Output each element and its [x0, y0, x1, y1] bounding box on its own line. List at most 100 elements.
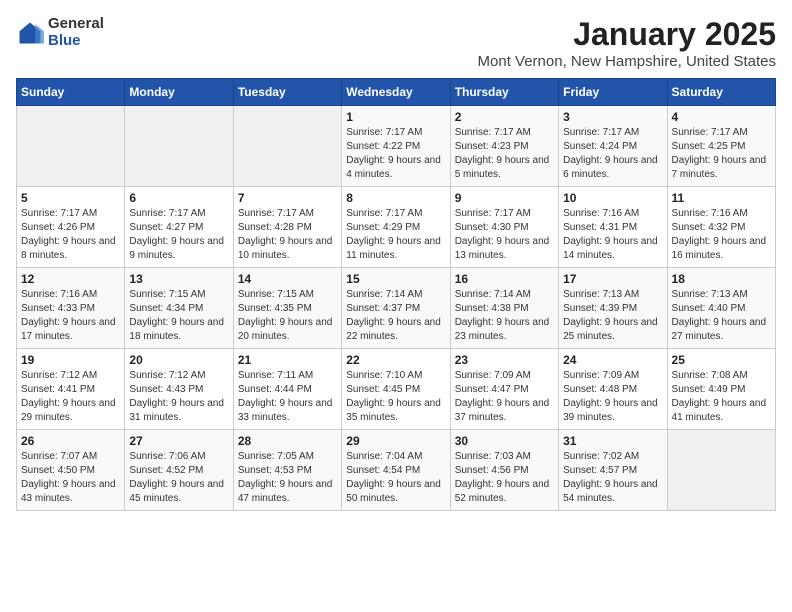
day-info: Sunrise: 7:08 AM Sunset: 4:49 PM Dayligh…: [672, 369, 771, 425]
calendar-cell: 14 Sunrise: 7:15 AM Sunset: 4:35 PM Dayli…: [233, 268, 341, 349]
day-header-row: SundayMondayTuesdayWednesdayThursdayFrid…: [17, 79, 776, 106]
day-number: 17: [563, 272, 662, 286]
day-number: 25: [672, 353, 771, 367]
day-info: Sunrise: 7:02 AM Sunset: 4:57 PM Dayligh…: [563, 450, 662, 506]
week-row-4: 19Sunrise: 7:12 AM Sunset: 4:41 PM Dayli…: [17, 349, 776, 430]
calendar-cell: [17, 106, 125, 187]
day-header-wednesday: Wednesday: [342, 79, 450, 106]
day-number: 27: [129, 434, 228, 448]
calendar-cell: 22 Sunrise: 7:10 AM Sunset: 4:45 PM Dayli…: [342, 349, 450, 430]
day-number: 21: [238, 353, 337, 367]
day-number: 31: [563, 434, 662, 448]
day-info: Sunrise: 7:07 AM Sunset: 4:50 PM Dayligh…: [21, 450, 120, 506]
day-info: Sunrise: 7:05 AM Sunset: 4:53 PM Dayligh…: [238, 450, 337, 506]
day-header-friday: Friday: [559, 79, 667, 106]
calendar-cell: 12 Sunrise: 7:16 AM Sunset: 4:33 PM Dayli…: [17, 268, 125, 349]
calendar-cell: 15 Sunrise: 7:14 AM Sunset: 4:37 PM Dayli…: [342, 268, 450, 349]
calendar-cell: 2 Sunrise: 7:17 AM Sunset: 4:23 PM Daylig…: [450, 106, 558, 187]
logo-blue-text: Blue: [48, 33, 104, 50]
calendar-cell: 4 Sunrise: 7:17 AM Sunset: 4:25 PM Daylig…: [667, 106, 775, 187]
header: General Blue January 2025 Mont Vernon, N…: [16, 16, 776, 70]
week-row-5: 26 Sunrise: 7:07 AM Sunset: 4:50 PM Dayli…: [17, 430, 776, 511]
day-info: Sunrise: 7:09 AM Sunset: 4:47 PM Dayligh…: [455, 369, 554, 425]
week-row-3: 12 Sunrise: 7:16 AM Sunset: 4:33 PM Dayli…: [17, 268, 776, 349]
day-number: 20: [129, 353, 228, 367]
logo: General Blue: [16, 16, 104, 49]
day-number: 30: [455, 434, 554, 448]
calendar-cell: [125, 106, 233, 187]
day-number: 2: [455, 110, 554, 124]
day-number: 7: [238, 191, 337, 205]
day-header-monday: Monday: [125, 79, 233, 106]
calendar-cell: 26 Sunrise: 7:07 AM Sunset: 4:50 PM Dayli…: [17, 430, 125, 511]
calendar-cell: 9 Sunrise: 7:17 AM Sunset: 4:30 PM Daylig…: [450, 187, 558, 268]
day-header-saturday: Saturday: [667, 79, 775, 106]
calendar-cell: 20Sunrise: 7:12 AM Sunset: 4:43 PM Dayli…: [125, 349, 233, 430]
sub-title: Mont Vernon, New Hampshire, United State…: [478, 53, 776, 70]
calendar-cell: [667, 430, 775, 511]
calendar-cell: 23 Sunrise: 7:09 AM Sunset: 4:47 PM Dayli…: [450, 349, 558, 430]
day-info: Sunrise: 7:13 AM Sunset: 4:39 PM Dayligh…: [563, 288, 662, 344]
day-info: Sunrise: 7:13 AM Sunset: 4:40 PM Dayligh…: [672, 288, 771, 344]
calendar-cell: 21Sunrise: 7:11 AM Sunset: 4:44 PM Dayli…: [233, 349, 341, 430]
logo-icon: [16, 19, 44, 47]
logo-general-text: General: [48, 16, 104, 33]
day-info: Sunrise: 7:16 AM Sunset: 4:32 PM Dayligh…: [672, 207, 771, 263]
day-info: Sunrise: 7:17 AM Sunset: 4:22 PM Dayligh…: [346, 126, 445, 182]
calendar-cell: 5 Sunrise: 7:17 AM Sunset: 4:26 PM Daylig…: [17, 187, 125, 268]
day-info: Sunrise: 7:10 AM Sunset: 4:45 PM Dayligh…: [346, 369, 445, 425]
day-info: Sunrise: 7:17 AM Sunset: 4:24 PM Dayligh…: [563, 126, 662, 182]
calendar-cell: 27Sunrise: 7:06 AM Sunset: 4:52 PM Dayli…: [125, 430, 233, 511]
day-header-tuesday: Tuesday: [233, 79, 341, 106]
day-info: Sunrise: 7:16 AM Sunset: 4:31 PM Dayligh…: [563, 207, 662, 263]
day-number: 12: [21, 272, 120, 286]
calendar-cell: 7Sunrise: 7:17 AM Sunset: 4:28 PM Daylig…: [233, 187, 341, 268]
day-number: 23: [455, 353, 554, 367]
day-info: Sunrise: 7:14 AM Sunset: 4:38 PM Dayligh…: [455, 288, 554, 344]
day-info: Sunrise: 7:16 AM Sunset: 4:33 PM Dayligh…: [21, 288, 120, 344]
day-number: 29: [346, 434, 445, 448]
main-title: January 2025: [478, 16, 776, 53]
day-number: 10: [563, 191, 662, 205]
calendar-table: SundayMondayTuesdayWednesdayThursdayFrid…: [16, 78, 776, 511]
calendar-cell: 13Sunrise: 7:15 AM Sunset: 4:34 PM Dayli…: [125, 268, 233, 349]
day-info: Sunrise: 7:17 AM Sunset: 4:26 PM Dayligh…: [21, 207, 120, 263]
day-info: Sunrise: 7:17 AM Sunset: 4:23 PM Dayligh…: [455, 126, 554, 182]
calendar-cell: 16Sunrise: 7:14 AM Sunset: 4:38 PM Dayli…: [450, 268, 558, 349]
calendar-cell: 1Sunrise: 7:17 AM Sunset: 4:22 PM Daylig…: [342, 106, 450, 187]
day-info: Sunrise: 7:17 AM Sunset: 4:27 PM Dayligh…: [129, 207, 228, 263]
calendar-cell: 31 Sunrise: 7:02 AM Sunset: 4:57 PM Dayli…: [559, 430, 667, 511]
day-number: 19: [21, 353, 120, 367]
day-number: 5: [21, 191, 120, 205]
calendar-cell: 25 Sunrise: 7:08 AM Sunset: 4:49 PM Dayli…: [667, 349, 775, 430]
day-info: Sunrise: 7:15 AM Sunset: 4:35 PM Dayligh…: [238, 288, 337, 344]
day-number: 18: [672, 272, 771, 286]
calendar-cell: 19Sunrise: 7:12 AM Sunset: 4:41 PM Dayli…: [17, 349, 125, 430]
day-number: 4: [672, 110, 771, 124]
calendar-cell: 17 Sunrise: 7:13 AM Sunset: 4:39 PM Dayli…: [559, 268, 667, 349]
day-info: Sunrise: 7:17 AM Sunset: 4:30 PM Dayligh…: [455, 207, 554, 263]
day-number: 11: [672, 191, 771, 205]
day-number: 22: [346, 353, 445, 367]
calendar-cell: 3Sunrise: 7:17 AM Sunset: 4:24 PM Daylig…: [559, 106, 667, 187]
day-info: Sunrise: 7:17 AM Sunset: 4:29 PM Dayligh…: [346, 207, 445, 263]
calendar-cell: 6 Sunrise: 7:17 AM Sunset: 4:27 PM Daylig…: [125, 187, 233, 268]
day-number: 6: [129, 191, 228, 205]
day-header-thursday: Thursday: [450, 79, 558, 106]
day-number: 14: [238, 272, 337, 286]
day-info: Sunrise: 7:17 AM Sunset: 4:25 PM Dayligh…: [672, 126, 771, 182]
calendar-cell: [233, 106, 341, 187]
logo-text: General Blue: [48, 16, 104, 49]
calendar-cell: 18 Sunrise: 7:13 AM Sunset: 4:40 PM Dayli…: [667, 268, 775, 349]
day-number: 26: [21, 434, 120, 448]
day-number: 15: [346, 272, 445, 286]
calendar-cell: 8Sunrise: 7:17 AM Sunset: 4:29 PM Daylig…: [342, 187, 450, 268]
day-info: Sunrise: 7:14 AM Sunset: 4:37 PM Dayligh…: [346, 288, 445, 344]
week-row-2: 5 Sunrise: 7:17 AM Sunset: 4:26 PM Daylig…: [17, 187, 776, 268]
day-info: Sunrise: 7:03 AM Sunset: 4:56 PM Dayligh…: [455, 450, 554, 506]
day-number: 9: [455, 191, 554, 205]
calendar-body: 1Sunrise: 7:17 AM Sunset: 4:22 PM Daylig…: [17, 106, 776, 511]
calendar-header: SundayMondayTuesdayWednesdayThursdayFrid…: [17, 79, 776, 106]
calendar-cell: 24Sunrise: 7:09 AM Sunset: 4:48 PM Dayli…: [559, 349, 667, 430]
day-info: Sunrise: 7:04 AM Sunset: 4:54 PM Dayligh…: [346, 450, 445, 506]
